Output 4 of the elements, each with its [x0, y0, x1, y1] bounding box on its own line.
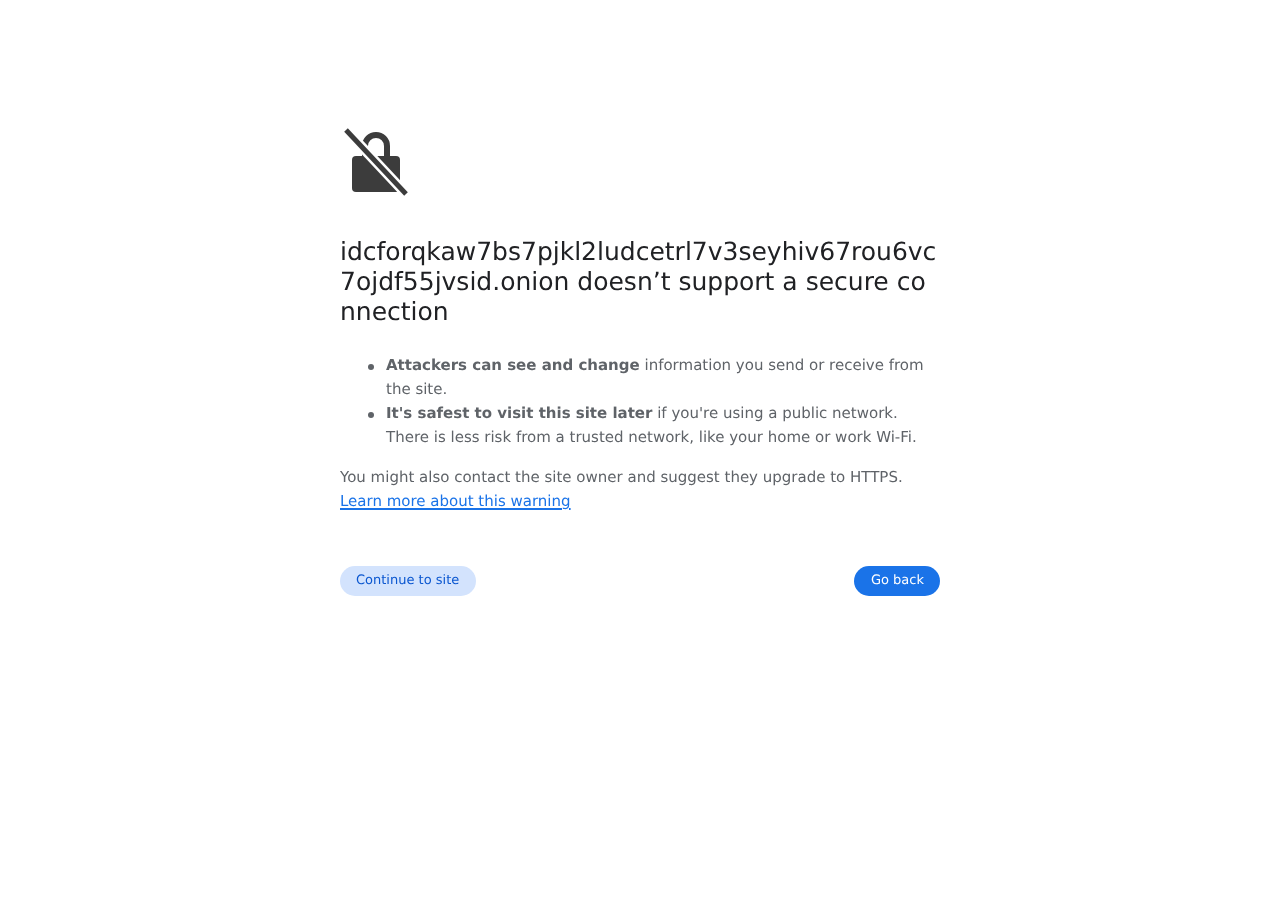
bullet-icon: [368, 412, 374, 418]
lock-crossed-icon: [340, 124, 412, 196]
heading: idcforqkaw7bs7pjkl2ludcetrl7v3seyhiv67rou6vc7ojdf55jvsid.onion doesn’t support a secure connection: [340, 236, 939, 326]
bullet-icon: [368, 364, 374, 370]
